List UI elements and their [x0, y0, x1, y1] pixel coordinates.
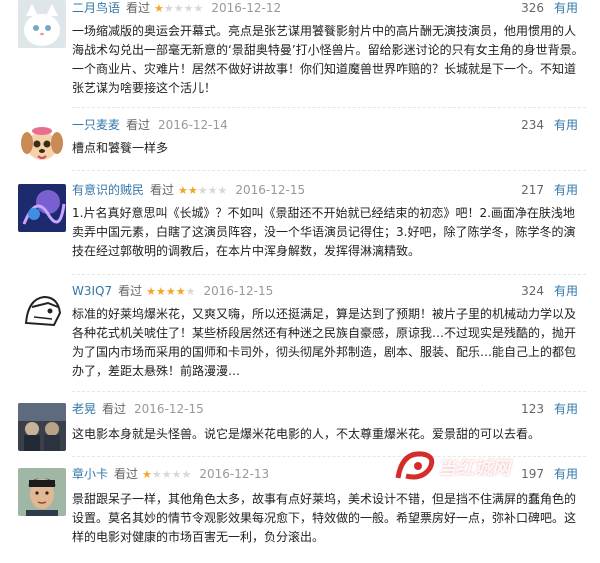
username-link[interactable]: 有意识的贼民 — [72, 183, 144, 197]
review-list: 二月鸟语 看过 ★★★★★ 2016-12-12 326 有用 一场缩减版的奥运会开幕式… — [0, 0, 600, 563]
review-date: 2016-12-15 — [134, 402, 204, 416]
review-meta: 章小卡 看过 ★★★★★ 2016-12-13 — [72, 466, 269, 482]
avatar[interactable] — [18, 184, 66, 232]
watched-label: 看过 — [126, 118, 151, 132]
username-link[interactable]: 一只麦麦 — [72, 118, 120, 132]
divider — [72, 107, 586, 108]
avatar[interactable] — [18, 0, 66, 48]
movie-still-avatar-icon — [18, 403, 66, 451]
useful-button[interactable]: 有用 — [554, 1, 578, 15]
useful-button[interactable]: 有用 — [554, 118, 578, 132]
rating-stars: ★★★★★ — [142, 468, 192, 481]
watched-label: 看过 — [150, 183, 175, 197]
vote-count: 326 — [521, 1, 544, 15]
vote-count: 217 — [521, 183, 544, 197]
vote-count: 197 — [521, 467, 544, 481]
divider — [72, 274, 586, 275]
useful-button[interactable]: 有用 — [554, 183, 578, 197]
review-text: 一场缩减版的奥运会开幕式。亮点是张艺谋用饕餮影射片中的高片酬无演技演员，他用惯用… — [72, 24, 584, 95]
divider — [72, 391, 586, 392]
review-meta: 老晃 看过 2016-12-15 — [72, 401, 204, 417]
useful-button[interactable]: 有用 — [554, 467, 578, 481]
sketch-creature-avatar-icon — [18, 285, 66, 333]
dog-avatar-icon — [18, 119, 66, 167]
watched-label: 看过 — [126, 1, 151, 15]
review-meta: 有意识的贼民 看过 ★★★★★ 2016-12-15 — [72, 182, 305, 198]
review-meta: 二月鸟语 看过 ★★★★★ 2016-12-12 — [72, 0, 281, 16]
review-date: 2016-12-12 — [211, 1, 282, 15]
avatar[interactable] — [18, 468, 66, 516]
review-date: 2016-12-15 — [203, 284, 274, 298]
useful-button[interactable]: 有用 — [554, 402, 578, 416]
vote-area: 217 有用 — [521, 182, 578, 198]
vote-area: 197 有用 — [521, 466, 578, 482]
review-item: 章小卡 看过 ★★★★★ 2016-12-13 197 有用 景甜跟呆子一样，其他角色太… — [0, 466, 600, 556]
review-item: 有意识的贼民 看过 ★★★★★ 2016-12-15 217 有用 1.片名真好意思叫《… — [0, 182, 600, 267]
rating-stars: ★★★★★ — [154, 2, 204, 15]
vote-area: 324 有用 — [521, 283, 578, 299]
username-link[interactable]: 老晃 — [72, 402, 96, 416]
avatar[interactable] — [18, 119, 66, 167]
review-text: 标准的好莱坞爆米花，又爽又嗨，所以还挺满足，算是达到了预期！被片子里的机械动力学… — [72, 307, 577, 378]
portrait-avatar-icon — [18, 468, 66, 516]
vote-count: 234 — [521, 118, 544, 132]
rating-stars: ★★★★★ — [178, 184, 228, 197]
review-item: 一只麦麦 看过 2016-12-14 234 有用 槽点和饕餮一样多 — [0, 117, 600, 172]
watched-label: 看过 — [114, 467, 139, 481]
review-text: 景甜跟呆子一样，其他角色太多，故事有点好莱坞，美术设计不错，但是挡不住满屏的蠢角… — [72, 492, 577, 544]
vote-count: 324 — [521, 284, 544, 298]
review-date: 2016-12-15 — [235, 183, 306, 197]
watched-label: 看过 — [102, 402, 127, 416]
divider — [72, 456, 586, 457]
cat-avatar-icon — [18, 0, 66, 48]
review-item: 老晃 看过 2016-12-15 123 有用 这电影本身就是头怪兽。说它是爆米花电影… — [0, 401, 600, 451]
avatar[interactable] — [18, 403, 66, 451]
username-link[interactable]: W3IQ7 — [72, 284, 112, 298]
review-text: 槽点和饕餮一样多 — [72, 141, 169, 155]
abstract-art-avatar-icon — [18, 184, 66, 232]
review-meta: 一只麦麦 看过 2016-12-14 — [72, 117, 228, 133]
vote-area: 123 有用 — [521, 401, 578, 417]
username-link[interactable]: 章小卡 — [72, 467, 108, 481]
review-item: W3IQ7 看过 ★★★★★ 2016-12-15 324 有用 标准的好莱坞爆米花，又… — [0, 283, 600, 388]
review-date: 2016-12-14 — [158, 118, 228, 132]
review-item: 二月鸟语 看过 ★★★★★ 2016-12-12 326 有用 一场缩减版的奥运会开幕式… — [0, 0, 600, 100]
rating-stars: ★★★★★ — [146, 285, 196, 298]
review-text: 1.片名真好意思叫《长城》？不如叫《景甜还不开始就已经结束的初恋》吧！2.画面净… — [72, 206, 576, 258]
username-link[interactable]: 二月鸟语 — [72, 1, 120, 15]
vote-count: 123 — [521, 402, 544, 416]
watched-label: 看过 — [118, 284, 143, 298]
divider — [72, 170, 586, 171]
avatar[interactable] — [18, 285, 66, 333]
review-meta: W3IQ7 看过 ★★★★★ 2016-12-15 — [72, 283, 273, 299]
useful-button[interactable]: 有用 — [554, 284, 578, 298]
review-date: 2016-12-13 — [199, 467, 270, 481]
vote-area: 234 有用 — [521, 117, 578, 133]
review-text: 这电影本身就是头怪兽。说它是爆米花电影的人，不太尊重爆米花。爱景甜的可以去看。 — [72, 427, 541, 441]
vote-area: 326 有用 — [521, 0, 578, 16]
